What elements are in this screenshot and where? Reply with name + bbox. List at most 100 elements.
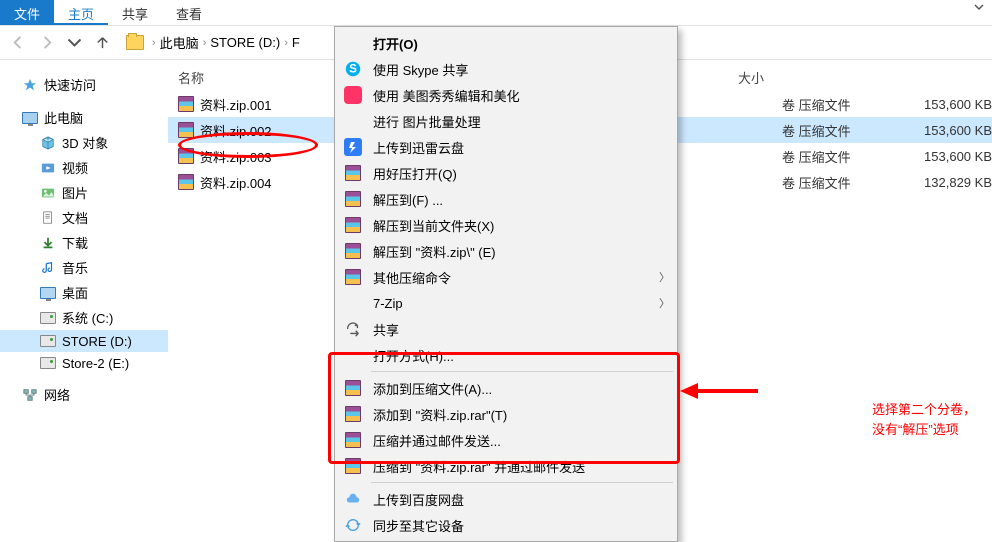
tree-drive-d[interactable]: STORE (D:) [0,330,168,352]
archive-icon [343,378,363,398]
tree-label: 桌面 [62,283,88,302]
folder-icon [126,35,144,50]
meitu-icon [343,85,363,105]
archive-icon [343,404,363,424]
tree-label: 音乐 [62,258,88,277]
archive-icon [343,241,363,261]
ctx-batch[interactable]: 进行 图片批量处理 [337,108,675,134]
ctx-sync[interactable]: 同步至其它设备 [337,512,675,538]
ctx-open-with[interactable]: 打开方式(H)... [337,342,675,368]
file-size: 132,829 KB [902,175,992,190]
ctx-7zip[interactable]: 7-Zip〉 [337,290,675,316]
ctx-extract-named[interactable]: 解压到 "资料.zip\" (E) [337,238,675,264]
tree-desktop[interactable]: 桌面 [0,280,168,305]
tree-label: 视频 [62,158,88,177]
tab-view[interactable]: 查看 [162,0,216,25]
ctx-compress-email[interactable]: 压缩并通过邮件发送... [337,427,675,453]
tree-network[interactable]: 网络 [0,382,168,407]
chevron-right-icon: 〉 [659,269,675,285]
ctx-add-rar[interactable]: 添加到 "资料.zip.rar"(T) [337,401,675,427]
file-name: 资料.zip.002 [200,121,272,140]
file-size: 153,600 KB [902,149,992,164]
tab-share[interactable]: 共享 [108,0,162,25]
tree-pictures[interactable]: 图片 [0,180,168,205]
archive-icon [343,456,363,476]
tree-3d-objects[interactable]: 3D 对象 [0,130,168,155]
tree-this-pc[interactable]: 此电脑 [0,105,168,130]
tree-videos[interactable]: 视频 [0,155,168,180]
tree-downloads[interactable]: 下载 [0,230,168,255]
chevron-right-icon: 〉 [659,295,675,311]
chevron-right-icon: › [203,37,207,49]
desktop-icon [40,285,56,301]
tree-label: 3D 对象 [62,133,108,152]
address-bar[interactable]: › 此电脑 › STORE (D:) › F [126,33,300,52]
archive-icon [343,267,363,287]
ctx-compress-rar-email[interactable]: 压缩到 "资料.zip.rar" 并通过邮件发送 [337,453,675,479]
tree-label: 下载 [62,233,88,252]
file-type: 卷 压缩文件 [782,95,902,114]
ctx-share[interactable]: 共享 [337,316,675,342]
file-type: 卷 压缩文件 [782,147,902,166]
ribbon-expand-icon[interactable] [966,0,992,25]
nav-back-icon[interactable] [6,31,30,55]
video-icon [40,160,56,176]
ribbon-tabs: 文件 主页 共享 查看 [0,0,992,26]
star-icon [22,77,38,93]
context-menu: 打开(O) S使用 Skype 共享 使用 美图秀秀编辑和美化 进行 图片批量处… [334,26,678,542]
nav-up-icon[interactable] [90,31,114,55]
archive-icon [178,96,194,112]
drive-icon [40,355,56,371]
network-icon [22,387,38,403]
tree-documents[interactable]: 文档 [0,205,168,230]
archive-icon [178,122,194,138]
separator [371,482,673,483]
tree-quick-access[interactable]: 快速访问 [0,72,168,97]
drive-icon [40,333,56,349]
cube-icon [40,135,56,151]
archive-icon [343,163,363,183]
nav-forward-icon[interactable] [34,31,58,55]
tree-label: 图片 [62,183,88,202]
tree-label: 网络 [44,385,70,404]
chevron-right-icon: › [152,37,156,49]
drive-icon [40,310,56,326]
tree-label: Store-2 (E:) [62,356,129,371]
ctx-xunlei[interactable]: 上传到迅雷云盘 [337,134,675,160]
share-icon [343,319,363,339]
ctx-extract-to[interactable]: 解压到(F) ... [337,186,675,212]
ctx-open[interactable]: 打开(O) [337,30,675,56]
archive-icon [343,430,363,450]
tree-label: 文档 [62,208,88,227]
file-name: 资料.zip.001 [200,95,272,114]
ctx-skype[interactable]: S使用 Skype 共享 [337,56,675,82]
skype-icon: S [343,59,363,79]
tree-label: 快速访问 [44,75,96,94]
ctx-meitu[interactable]: 使用 美图秀秀编辑和美化 [337,82,675,108]
tab-file[interactable]: 文件 [0,0,54,25]
file-name: 资料.zip.003 [200,147,272,166]
ctx-baidu[interactable]: 上传到百度网盘 [337,486,675,512]
file-name: 资料.zip.004 [200,173,272,192]
ctx-haozip-open[interactable]: 用好压打开(Q) [337,160,675,186]
ctx-other-zip[interactable]: 其他压缩命令〉 [337,264,675,290]
tree-music[interactable]: 音乐 [0,255,168,280]
ctx-add-archive[interactable]: 添加到压缩文件(A)... [337,375,675,401]
tree-drive-e[interactable]: Store-2 (E:) [0,352,168,374]
crumb-pc[interactable]: 此电脑 [160,33,199,52]
ctx-extract-here[interactable]: 解压到当前文件夹(X) [337,212,675,238]
xunlei-icon [343,137,363,157]
nav-recent-icon[interactable] [62,31,86,55]
crumb-folder[interactable]: F [292,35,300,50]
tab-home[interactable]: 主页 [54,0,108,25]
file-type: 卷 压缩文件 [782,121,902,140]
col-size[interactable]: 大小 [738,68,764,87]
tree-label: 系统 (C:) [62,308,113,327]
svg-text:S: S [349,63,357,76]
nav-tree: 快速访问 此电脑 3D 对象 视频 图片 文档 下载 音乐 [0,60,168,518]
chevron-right-icon: › [284,37,288,49]
file-type: 卷 压缩文件 [782,173,902,192]
crumb-drive[interactable]: STORE (D:) [210,35,280,50]
tree-drive-c[interactable]: 系统 (C:) [0,305,168,330]
file-size: 153,600 KB [902,97,992,112]
